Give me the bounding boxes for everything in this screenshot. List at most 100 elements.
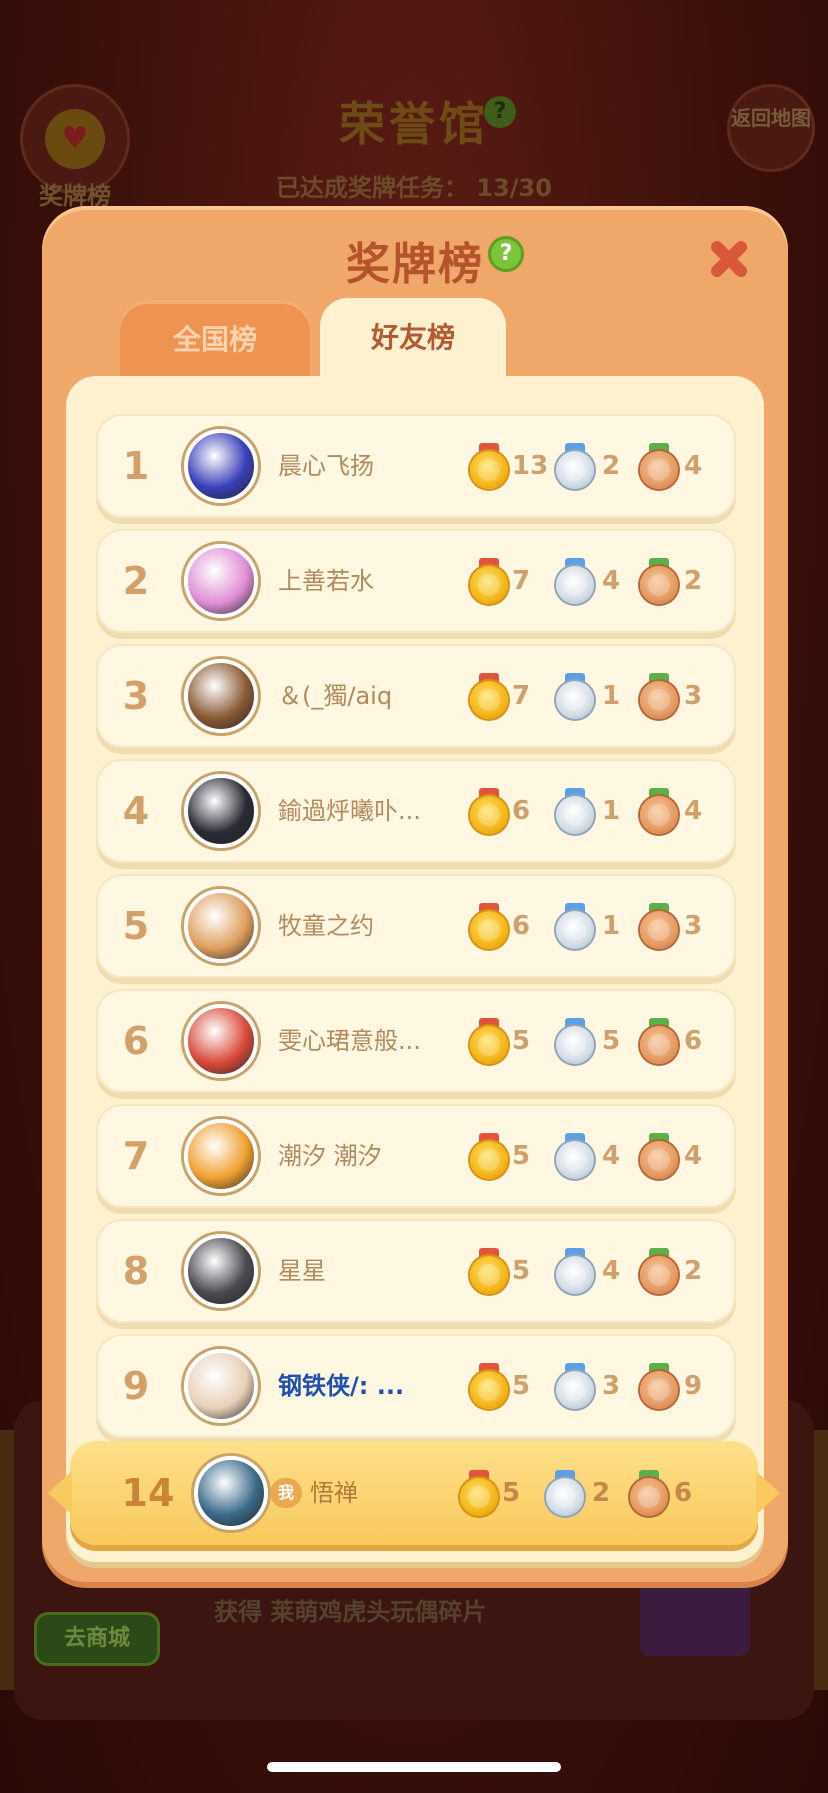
tab-national[interactable]: 全国榜	[120, 300, 310, 386]
rank-number: 1	[122, 444, 150, 488]
puzzle-icon	[640, 1576, 750, 1656]
rank-number: 9	[122, 1364, 150, 1408]
bronze-medal-icon	[640, 1133, 678, 1179]
player-name: 雯心珺意般...	[278, 1027, 421, 1055]
bronze-count: 4	[684, 796, 703, 826]
player-avatar[interactable]	[184, 889, 258, 963]
leaderboard-row[interactable]: 9 钢铁侠/: ... 5 3 9	[96, 1334, 736, 1438]
my-rank-number: 14	[121, 1471, 175, 1515]
silver-count: 2	[592, 1478, 611, 1508]
silver-medal-icon	[556, 1248, 594, 1294]
gold-medal-icon	[470, 1133, 508, 1179]
silver-count: 4	[602, 1256, 621, 1286]
me-badge: 我	[270, 1478, 302, 1508]
gold-medal-icon	[470, 1363, 508, 1409]
rank-number: 4	[122, 789, 150, 833]
my-player-name: 悟禅	[310, 1479, 358, 1507]
progress-label: 已达成奖牌任务：	[276, 174, 469, 202]
progress-value: 13/30	[476, 174, 552, 202]
bronze-medal-icon	[640, 903, 678, 949]
player-name: 牧童之约	[278, 912, 374, 940]
player-avatar[interactable]	[184, 1004, 258, 1078]
leaderboard-row[interactable]: 8 星星 5 4 2	[96, 1219, 736, 1323]
silver-medal-icon	[556, 788, 594, 834]
my-avatar[interactable]	[194, 1456, 268, 1530]
bronze-medal-icon	[630, 1470, 668, 1516]
silver-medal-icon	[556, 1363, 594, 1409]
gold-count: 13	[512, 451, 549, 481]
honor-hall-title: 荣誉馆	[339, 97, 489, 151]
medal-task-progress: 已达成奖牌任务： 13/30	[0, 168, 828, 203]
home-indicator[interactable]	[267, 1762, 561, 1772]
player-avatar[interactable]	[184, 1234, 258, 1308]
silver-medal-icon	[556, 1018, 594, 1064]
player-avatar[interactable]	[184, 544, 258, 618]
bronze-count: 2	[684, 566, 703, 596]
gold-count: 5	[512, 1026, 531, 1056]
gold-count: 6	[512, 911, 531, 941]
bronze-medal-icon	[640, 1248, 678, 1294]
reward-text: 获得 莱萌鸡虎头玩偶碎片	[214, 1598, 487, 1626]
rank-number: 3	[122, 674, 150, 718]
player-avatar[interactable]	[184, 429, 258, 503]
leaderboard-row[interactable]: 2 上善若水 7 4 2	[96, 529, 736, 633]
silver-count: 3	[602, 1371, 621, 1401]
silver-medal-icon	[546, 1470, 584, 1516]
gold-count: 5	[512, 1141, 531, 1171]
gold-count: 5	[502, 1478, 521, 1508]
gold-medal-icon	[470, 903, 508, 949]
modal-title: 奖牌榜	[346, 239, 484, 290]
silver-medal-icon	[556, 903, 594, 949]
back-to-map-button: 返回地图	[727, 84, 815, 172]
player-avatar[interactable]	[184, 1349, 258, 1423]
player-avatar[interactable]	[184, 774, 258, 848]
help-icon-bg: ?	[484, 96, 516, 128]
rank-number: 2	[122, 559, 150, 603]
rank-number: 8	[122, 1249, 150, 1293]
my-rank-row[interactable]: 14 我 悟禅 5 2 6	[48, 1441, 780, 1545]
bronze-count: 6	[674, 1478, 693, 1508]
silver-count: 1	[602, 911, 621, 941]
medal-board-modal: 奖牌榜 ? 全国榜 好友榜 1 晨心飞扬 13 2 4 2 上善若水 7 4 2 3 ＆(_獨/aiq…	[42, 206, 788, 1582]
rank-number: 6	[122, 1019, 150, 1063]
silver-count: 4	[602, 566, 621, 596]
close-icon[interactable]	[704, 234, 754, 284]
bronze-count: 2	[684, 1256, 703, 1286]
leaderboard-row[interactable]: 3 ＆(_獨/aiq 7 1 3	[96, 644, 736, 748]
leaderboard-row[interactable]: 7 潮汐 潮汐 5 4 4	[96, 1104, 736, 1208]
silver-count: 4	[602, 1141, 621, 1171]
bronze-medal-icon	[640, 443, 678, 489]
player-avatar[interactable]	[184, 1119, 258, 1193]
gold-count: 7	[512, 681, 531, 711]
help-icon[interactable]: ?	[488, 236, 524, 272]
silver-count: 5	[602, 1026, 621, 1056]
silver-count: 2	[602, 451, 621, 481]
player-name: 晨心飞扬	[278, 452, 374, 480]
bronze-count: 6	[684, 1026, 703, 1056]
bronze-count: 4	[684, 1141, 703, 1171]
gold-count: 5	[512, 1371, 531, 1401]
player-name: 星星	[278, 1257, 326, 1285]
player-avatar[interactable]	[184, 659, 258, 733]
leaderboard-row[interactable]: 5 牧童之约 6 1 3	[96, 874, 736, 978]
leaderboard-row[interactable]: 1 晨心飞扬 13 2 4	[96, 414, 736, 518]
bronze-medal-icon	[640, 1018, 678, 1064]
player-name: 钢铁侠/: ...	[278, 1372, 405, 1400]
gold-medal-icon	[470, 1018, 508, 1064]
rank-number: 5	[122, 904, 150, 948]
leaderboard-row[interactable]: 6 雯心珺意般... 5 5 6	[96, 989, 736, 1093]
silver-count: 1	[602, 681, 621, 711]
leaderboard-row[interactable]: 4 鍮過烀曦卟... 6 1 4	[96, 759, 736, 863]
silver-medal-icon	[556, 558, 594, 604]
bronze-medal-icon	[640, 673, 678, 719]
leaderboard-list[interactable]: 1 晨心飞扬 13 2 4 2 上善若水 7 4 2 3 ＆(_獨/aiq 7 1 3 4 鍮過烀曦卟... 6 1…	[66, 376, 764, 1562]
player-name: ＆(_獨/aiq	[278, 682, 393, 710]
gold-count: 6	[512, 796, 531, 826]
silver-medal-icon	[556, 673, 594, 719]
bronze-count: 3	[684, 681, 703, 711]
player-name: 潮汐 潮汐	[278, 1142, 382, 1170]
gold-medal-icon	[460, 1470, 498, 1516]
bronze-medal-icon	[640, 558, 678, 604]
player-name: 鍮過烀曦卟...	[278, 797, 421, 825]
rank-number: 7	[122, 1134, 150, 1178]
